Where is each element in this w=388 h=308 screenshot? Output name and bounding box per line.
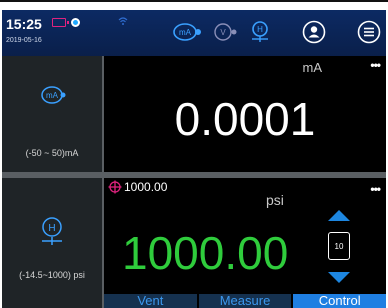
svg-text:V: V	[220, 28, 226, 37]
setpoint-row[interactable]: 1000.00	[108, 180, 167, 194]
mode-tabs: Vent Measure Control	[104, 294, 386, 308]
step-size-box[interactable]: 10	[328, 232, 350, 260]
channel1-value: 0.0001	[174, 93, 316, 145]
screen-frame: 15:25 2019-05-16 mA V H mA (-50 ~ 50)mA …	[0, 0, 388, 308]
channel2-display: 1000.00 psi ••• 1000.00 10	[104, 178, 386, 308]
decrease-arrow-icon[interactable]	[328, 272, 350, 283]
user-icon[interactable]	[301, 20, 327, 44]
svg-text:H: H	[48, 223, 55, 234]
menu-icon[interactable]	[356, 20, 382, 44]
ma-channel-icon: mA	[40, 84, 66, 111]
wifi-icon	[118, 17, 128, 25]
channel2-range: (-14.5~1000) psi	[19, 270, 85, 280]
pressure-channel-icon: H	[40, 216, 64, 251]
channel1-selector[interactable]: mA (-50 ~ 50)mA	[2, 56, 102, 172]
channel2-more-button[interactable]: •••	[370, 182, 381, 196]
channel1-more-button[interactable]: •••	[370, 58, 381, 72]
tab-measure[interactable]: Measure	[199, 294, 292, 308]
clock-date: 2019-05-16	[6, 37, 42, 44]
setpoint-value: 1000.00	[124, 180, 168, 194]
tab-control[interactable]: Control	[293, 294, 386, 308]
connection-indicator-icon	[71, 18, 80, 27]
battery-icon	[52, 18, 69, 27]
svg-text:mA: mA	[179, 28, 192, 37]
clock-time: 15:25	[6, 16, 42, 32]
ma-source-icon[interactable]: mA	[172, 20, 202, 44]
channel2-selector[interactable]: H (-14.5~1000) psi	[2, 178, 102, 308]
channel1-range: (-50 ~ 50)mA	[25, 148, 79, 158]
target-icon	[108, 180, 122, 194]
top-border	[0, 0, 388, 2]
tab-vent[interactable]: Vent	[104, 294, 197, 308]
channel1-unit: mA	[302, 60, 323, 75]
device-screen: 15:25 2019-05-16 mA V H mA (-50 ~ 50)mA …	[2, 10, 386, 308]
svg-text:H: H	[257, 25, 263, 34]
status-bar: 15:25 2019-05-16 mA V H	[2, 10, 386, 56]
increase-arrow-icon[interactable]	[328, 210, 350, 221]
svg-text:mA: mA	[46, 91, 59, 100]
pressure-module-icon[interactable]: H	[249, 20, 271, 44]
channel1-display: mA ••• 0.0001	[104, 56, 386, 172]
channel2-unit: psi	[266, 192, 284, 208]
channel2-value: 1000.00	[122, 227, 289, 279]
voltage-source-icon[interactable]: V	[212, 20, 238, 44]
